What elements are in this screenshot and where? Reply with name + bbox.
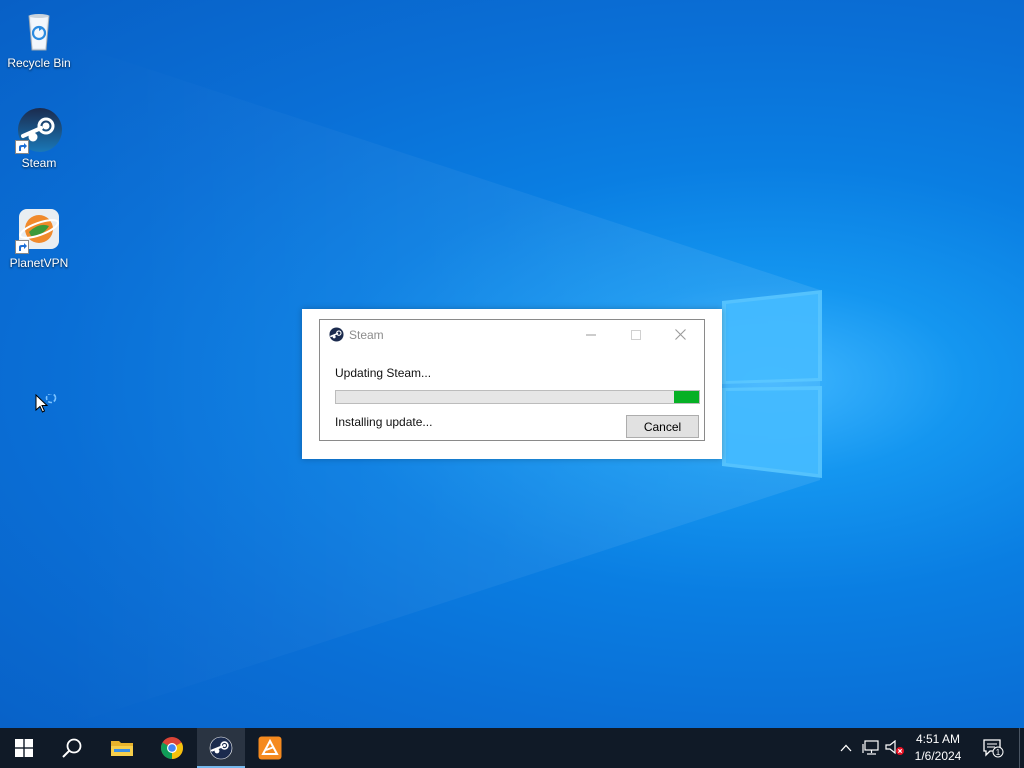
action-center-button[interactable]: 1 [980, 728, 1006, 768]
system-clock[interactable]: 4:51 AM 1/6/2024 [906, 731, 970, 765]
notification-count: 1 [996, 748, 1001, 757]
network-tray-button[interactable] [860, 728, 882, 768]
update-status-text: Updating Steam... [335, 366, 432, 380]
taskbar: 4:51 AM 1/6/2024 1 [0, 728, 1024, 768]
app-taskbar-button[interactable] [246, 728, 294, 768]
start-button[interactable] [0, 728, 48, 768]
clock-date: 1/6/2024 [914, 749, 962, 763]
steam-icon [15, 106, 63, 154]
volume-muted-icon [885, 740, 904, 755]
desktop-icon-label: PlanetVPN [9, 256, 69, 270]
desktop-background: Recycle Bin Steam PlanetVPN Steam Updati… [0, 0, 1024, 728]
volume-tray-button[interactable] [884, 728, 906, 768]
network-icon [862, 740, 879, 755]
notification-icon: 1 [983, 739, 1004, 758]
recycle-bin-icon [15, 6, 63, 54]
mouse-cursor-icon [35, 394, 57, 413]
search-button[interactable] [48, 728, 96, 768]
steam-taskbar-button[interactable] [197, 728, 245, 768]
shortcut-arrow-icon [15, 240, 29, 254]
maximize-button[interactable] [613, 320, 658, 349]
cancel-button[interactable]: Cancel [626, 415, 699, 438]
dialog-title: Steam [349, 328, 384, 342]
file-explorer-button[interactable] [98, 728, 146, 768]
desktop-icon-planetvpn[interactable]: PlanetVPN [0, 206, 78, 270]
chrome-icon [161, 737, 183, 759]
dialog-titlebar[interactable]: Steam [320, 320, 704, 350]
steam-icon [209, 736, 233, 760]
install-status-text: Installing update... [335, 415, 433, 429]
steam-update-dialog: Steam Updating Steam... Installing updat… [319, 319, 705, 441]
file-explorer-icon [111, 741, 133, 756]
planetvpn-icon [15, 206, 63, 254]
clock-time: 4:51 AM [915, 732, 961, 746]
close-button[interactable] [658, 320, 703, 349]
desktop-icon-recycle-bin[interactable]: Recycle Bin [0, 6, 78, 70]
desktop-icon-label: Steam [21, 156, 57, 170]
show-hidden-icons-button[interactable] [836, 728, 856, 768]
minimize-icon [585, 334, 596, 335]
update-progress-bar [335, 390, 700, 404]
close-icon [675, 329, 686, 340]
progress-fill [673, 391, 699, 403]
desktop-icon-steam[interactable]: Steam [0, 106, 78, 170]
shortcut-arrow-icon [15, 140, 29, 154]
show-desktop-button[interactable] [1019, 728, 1024, 768]
app-icon [258, 736, 282, 760]
desktop-icon-label: Recycle Bin [7, 56, 71, 70]
minimize-button[interactable] [568, 320, 613, 349]
search-icon [62, 738, 82, 758]
steam-icon [329, 327, 344, 347]
chrome-button[interactable] [148, 728, 196, 768]
start-icon [15, 739, 33, 757]
chevron-up-icon [840, 744, 852, 752]
maximize-icon [630, 329, 641, 340]
